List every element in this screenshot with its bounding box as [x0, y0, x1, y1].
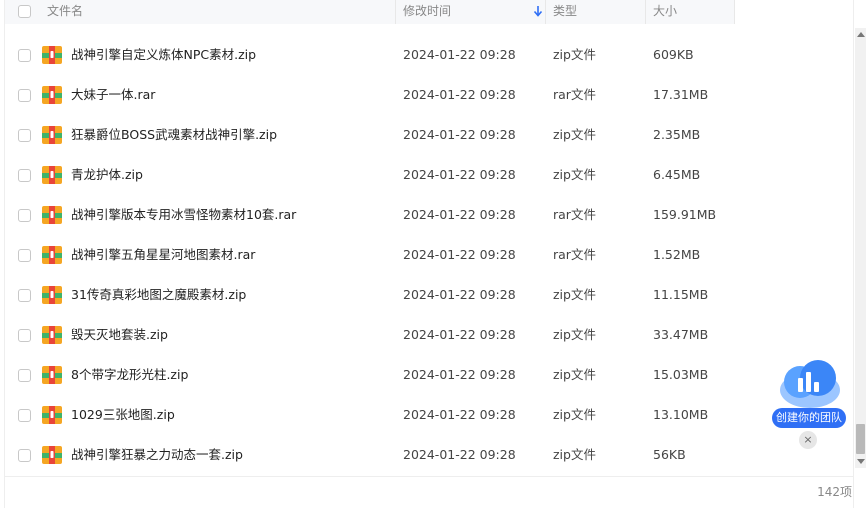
table-row[interactable]: 青龙护体.zip 2024-01-22 09:28 zip文件 6.45MB	[5, 156, 854, 196]
close-icon[interactable]: ×	[799, 431, 817, 449]
sort-desc-icon[interactable]	[533, 4, 543, 18]
file-modified-time: 2024-01-22 09:28	[403, 367, 516, 382]
file-name[interactable]: 战神引擎版本专用冰雪怪物素材10套.rar	[71, 196, 296, 234]
vertical-scrollbar[interactable]	[855, 28, 866, 468]
archive-file-icon	[42, 446, 62, 464]
file-name[interactable]: 毁天灭地套装.zip	[71, 316, 168, 354]
scroll-thumb[interactable]	[856, 424, 865, 454]
file-type: zip文件	[553, 447, 596, 462]
header-name[interactable]: 文件名	[47, 0, 83, 24]
file-name[interactable]: 战神引擎狂暴之力动态一套.zip	[71, 436, 243, 474]
header-date[interactable]: 修改时间	[403, 0, 451, 24]
archive-file-icon	[42, 286, 62, 304]
table-row[interactable]: 毁天灭地套装.zip 2024-01-22 09:28 zip文件 33.47M…	[5, 316, 854, 356]
file-type: rar文件	[553, 87, 596, 102]
table-row[interactable]: 战神引擎狂暴之力动态一套.zip 2024-01-22 09:28 zip文件 …	[5, 436, 854, 476]
file-name[interactable]: 1029三张地图.zip	[71, 396, 175, 434]
item-count: 142项	[817, 485, 852, 499]
archive-file-icon	[42, 406, 62, 424]
table-row[interactable]: 31传奇真彩地图之魔殿素材.zip 2024-01-22 09:28 zip文件…	[5, 276, 854, 316]
file-name[interactable]: 狂暴爵位BOSS武魂素材战神引擎.zip	[71, 116, 277, 154]
file-modified-time: 2024-01-22 09:28	[403, 167, 516, 182]
file-modified-time: 2024-01-22 09:28	[403, 247, 516, 262]
row-checkbox[interactable]	[18, 329, 31, 342]
file-modified-time: 2024-01-22 09:28	[403, 407, 516, 422]
table-row[interactable]: 狂暴爵位BOSS武魂素材战神引擎.zip 2024-01-22 09:28 zi…	[5, 116, 854, 156]
header-divider	[645, 0, 646, 24]
select-all-checkbox[interactable]	[18, 5, 31, 18]
table-row[interactable]: 1029三张地图.zip 2024-01-22 09:28 zip文件 13.1…	[5, 396, 854, 436]
table-row[interactable]: 战神引擎自定义炼体NPC素材.zip 2024-01-22 09:28 zip文…	[5, 36, 854, 76]
file-size: 2.35MB	[653, 127, 701, 142]
file-name[interactable]: 大妹子一体.rar	[71, 76, 155, 114]
table-row[interactable]: 8个带字龙形光柱.zip 2024-01-22 09:28 zip文件 15.0…	[5, 356, 854, 396]
file-modified-time: 2024-01-22 09:28	[403, 287, 516, 302]
file-type: zip文件	[553, 367, 596, 382]
file-list-panel: 文件名 修改时间 类型 大小 战神引擎自定义炼体NPC素材.zip 2024-0…	[4, 0, 854, 508]
archive-file-icon	[42, 326, 62, 344]
header-divider	[545, 0, 546, 24]
file-modified-time: 2024-01-22 09:28	[403, 207, 516, 222]
file-size: 17.31MB	[653, 87, 709, 102]
archive-file-icon	[42, 206, 62, 224]
scroll-down-icon[interactable]	[857, 459, 865, 464]
file-size: 11.15MB	[653, 287, 709, 302]
file-type: rar文件	[553, 247, 596, 262]
file-name[interactable]: 青龙护体.zip	[71, 156, 143, 194]
file-name[interactable]: 8个带字龙形光柱.zip	[71, 356, 188, 394]
header-divider	[734, 0, 735, 24]
table-header: 文件名 修改时间 类型 大小	[5, 0, 735, 24]
table-row[interactable]: 大妹子一体.rar 2024-01-22 09:28 rar文件 17.31MB	[5, 76, 854, 116]
row-checkbox[interactable]	[18, 249, 31, 262]
table-row[interactable]: 战神引擎五角星星河地图素材.rar 2024-01-22 09:28 rar文件…	[5, 236, 854, 276]
row-checkbox[interactable]	[18, 409, 31, 422]
file-modified-time: 2024-01-22 09:28	[403, 87, 516, 102]
header-divider	[395, 0, 396, 24]
file-type: rar文件	[553, 207, 596, 222]
file-size: 609KB	[653, 47, 694, 62]
create-team-label[interactable]: 创建你的团队	[772, 408, 846, 428]
file-type: zip文件	[553, 127, 596, 142]
footer-divider	[4, 476, 853, 477]
file-modified-time: 2024-01-22 09:28	[403, 127, 516, 142]
archive-file-icon	[42, 246, 62, 264]
header-type[interactable]: 类型	[553, 0, 577, 24]
file-size: 13.10MB	[653, 407, 709, 422]
archive-file-icon	[42, 86, 62, 104]
file-size: 33.47MB	[653, 327, 709, 342]
row-checkbox[interactable]	[18, 129, 31, 142]
file-modified-time: 2024-01-22 09:28	[403, 47, 516, 62]
file-size: 6.45MB	[653, 167, 701, 182]
archive-file-icon	[42, 166, 62, 184]
archive-file-icon	[42, 366, 62, 384]
file-size: 159.91MB	[653, 207, 717, 222]
file-type: zip文件	[553, 407, 596, 422]
file-name[interactable]: 31传奇真彩地图之魔殿素材.zip	[71, 276, 246, 314]
row-checkbox[interactable]	[18, 449, 31, 462]
table-row[interactable]: 战神引擎版本专用冰雪怪物素材10套.rar 2024-01-22 09:28 r…	[5, 196, 854, 236]
row-checkbox[interactable]	[18, 169, 31, 182]
file-type: zip文件	[553, 167, 596, 182]
file-type: zip文件	[553, 327, 596, 342]
row-checkbox[interactable]	[18, 289, 31, 302]
file-name[interactable]: 战神引擎五角星星河地图素材.rar	[71, 236, 255, 274]
file-type: zip文件	[553, 47, 596, 62]
file-modified-time: 2024-01-22 09:28	[403, 447, 516, 462]
archive-file-icon	[42, 126, 62, 144]
file-size: 15.03MB	[653, 367, 709, 382]
header-size[interactable]: 大小	[653, 0, 677, 24]
file-modified-time: 2024-01-22 09:28	[403, 327, 516, 342]
row-checkbox[interactable]	[18, 89, 31, 102]
create-team-widget[interactable]: 创建你的团队	[768, 352, 848, 432]
cloud-chart-icon	[780, 360, 840, 408]
file-type: zip文件	[553, 287, 596, 302]
scroll-up-icon[interactable]	[857, 32, 865, 37]
file-name[interactable]: 战神引擎自定义炼体NPC素材.zip	[71, 36, 256, 74]
file-size: 56KB	[653, 447, 686, 462]
file-size: 1.52MB	[653, 247, 701, 262]
archive-file-icon	[42, 46, 62, 64]
row-checkbox[interactable]	[18, 369, 31, 382]
row-checkbox[interactable]	[18, 49, 31, 62]
row-checkbox[interactable]	[18, 209, 31, 222]
